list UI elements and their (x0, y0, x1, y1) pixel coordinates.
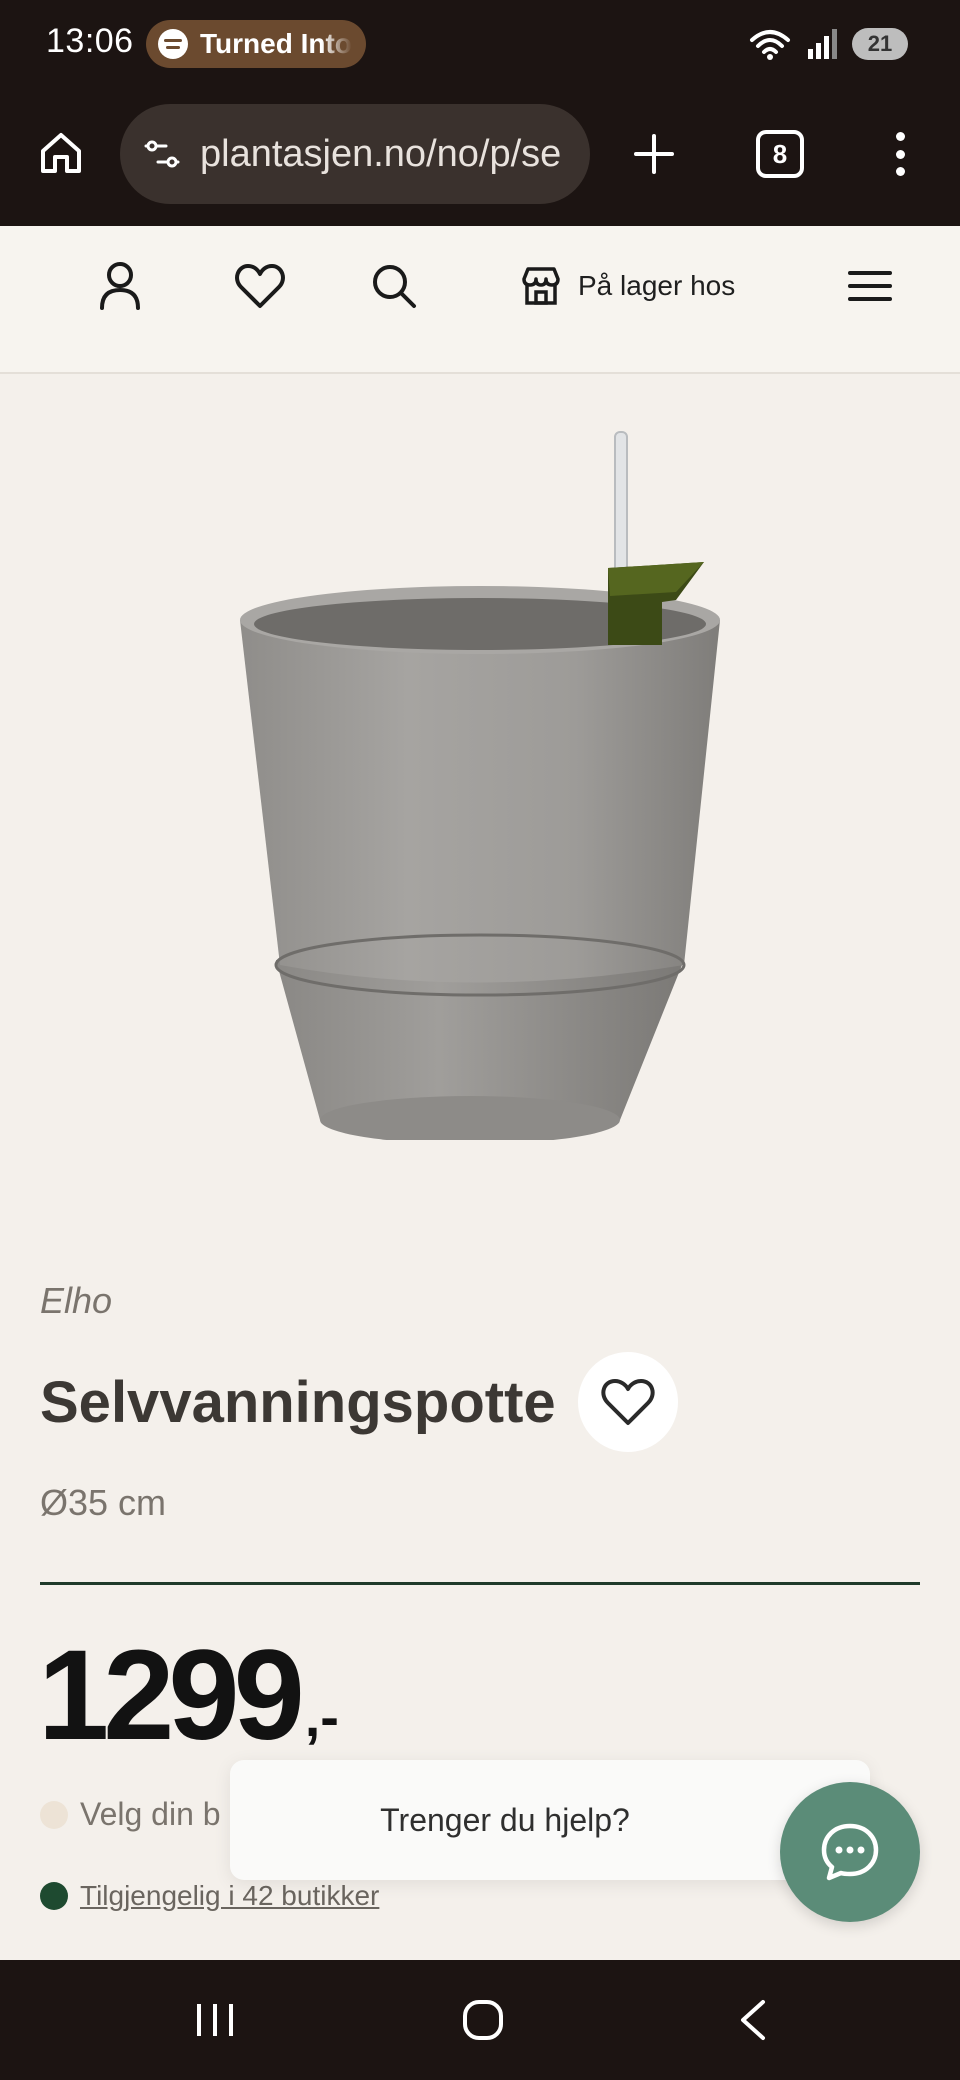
help-prompt-text: Trenger du hjelp? (380, 1801, 630, 1838)
wifi-icon (750, 30, 790, 60)
hamburger-icon (848, 271, 892, 301)
availability-text: Tilgjengelig i 42 butikker (80, 1880, 380, 1911)
help-prompt-card[interactable]: Trenger du hjelp? (230, 1760, 870, 1880)
store-label: På lager hos (578, 270, 736, 301)
site-header: På lager hos (0, 226, 960, 374)
media-notification-pill[interactable]: Turned Into (146, 20, 366, 68)
search-icon (373, 265, 416, 308)
search-button[interactable] (364, 256, 424, 316)
product-size: Ø35 cm (40, 1482, 167, 1523)
self-watering-pot-illustration (240, 431, 720, 1144)
product-title: Selvvanningspotte (40, 1369, 556, 1435)
account-button[interactable] (90, 256, 150, 316)
system-navigation-bar (0, 1960, 960, 2080)
product-brand[interactable]: Elho (40, 1280, 112, 1322)
price-value: 1299 (38, 1624, 305, 1767)
store-icon (522, 267, 560, 305)
plus-icon (634, 134, 674, 174)
product-image[interactable] (200, 420, 740, 1144)
recent-apps-button[interactable] (185, 1990, 245, 2050)
chat-button[interactable] (780, 1782, 920, 1922)
site-settings-icon (144, 140, 180, 168)
home-icon (41, 133, 81, 173)
product-title-row: Selvvanningspotte (40, 1352, 678, 1452)
available-status-dot (40, 1882, 68, 1910)
product-price: 1299 ,- (38, 1632, 339, 1760)
store-status-dot (40, 1800, 68, 1829)
store-stock-selector[interactable]: På lager hos (520, 256, 735, 316)
recent-apps-icon (197, 2004, 233, 2036)
heart-icon (601, 1379, 655, 1425)
status-bar: 13:06 Turned Into 21 (0, 0, 960, 90)
media-title: Turned Into (200, 28, 352, 59)
site-menu-button[interactable] (840, 256, 900, 316)
favorites-button[interactable] (230, 256, 290, 316)
availability-link[interactable]: Tilgjengelig i 42 butikker (40, 1880, 379, 1912)
add-to-favorites-button[interactable] (577, 1352, 678, 1452)
menu-dot (895, 149, 905, 159)
spotify-icon (158, 29, 188, 59)
browser-menu-button[interactable] (880, 126, 920, 182)
menu-dot (895, 167, 905, 176)
status-time: 13:06 (46, 22, 134, 60)
price-suffix: ,- (304, 1685, 339, 1748)
new-tab-button[interactable] (626, 126, 682, 182)
battery-indicator: 21 (852, 28, 908, 60)
home-button[interactable] (34, 126, 88, 180)
status-icons: 21 (748, 26, 908, 62)
home-nav-button[interactable] (453, 1990, 513, 2050)
tab-switcher-button[interactable]: 8 (756, 130, 804, 178)
back-button[interactable] (723, 1990, 783, 2050)
signal-icon (808, 29, 837, 59)
url-text: plantasjen.no/no/p/se (200, 132, 562, 175)
chat-bubble-icon (821, 1823, 879, 1881)
home-circle-icon (463, 2000, 503, 2040)
back-chevron-icon (741, 2000, 765, 2040)
user-icon (100, 262, 140, 310)
menu-dot (895, 132, 905, 141)
address-bar[interactable]: plantasjen.no/no/p/se (120, 104, 590, 204)
choose-store-text: Velg din b (80, 1796, 221, 1832)
browser-toolbar: plantasjen.no/no/p/se 8 (0, 90, 960, 226)
divider (40, 1582, 920, 1585)
heart-icon (235, 264, 285, 308)
choose-store-link[interactable]: Velg din b (40, 1796, 221, 1833)
